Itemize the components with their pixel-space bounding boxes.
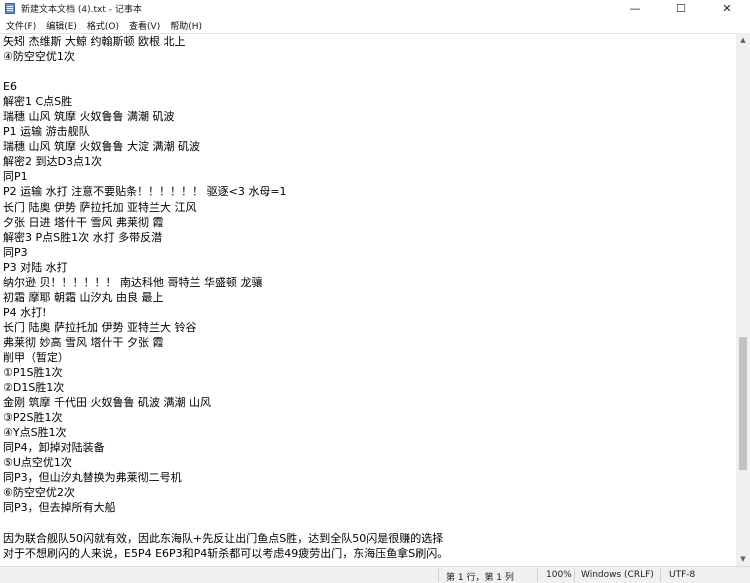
text-line: 同P3，但山汐丸替换为弗莱彻二号机 (3, 471, 182, 485)
text-line: 夕张 日进 塔什干 雪风 弗莱彻 霞 (3, 215, 164, 229)
window-controls: — ☐ ✕ (612, 0, 750, 17)
window-title: 新建文本文档 (4).txt - 记事本 (21, 5, 142, 15)
status-divider (660, 569, 661, 582)
menu-view[interactable]: 查看(V) (124, 19, 165, 32)
text-line: E6 (3, 80, 17, 94)
editor-text: 矢矧 杰维斯 大鲸 约翰斯顿 欧根 北上 ④防空空优1次 E6 解密1 C点S胜 瑞穗 … (3, 34, 448, 561)
text-line: P4 水打! (3, 305, 47, 319)
text-line: 长门 陆奥 伊势 萨拉托加 亚特兰大 江风 (3, 200, 197, 214)
text-line: 同P4，卸掉对陆装备 (3, 441, 105, 455)
text-line: 解密2 到达D3点1次 (3, 155, 102, 169)
scroll-up-icon[interactable]: ▲ (736, 33, 750, 47)
scrollbar-thumb[interactable] (739, 337, 747, 471)
status-bar: 第 1 行，第 1 列 100% Windows (CRLF) UTF-8 (0, 566, 750, 583)
menu-bar: 文件(F) 编辑(E) 格式(O) 查看(V) 帮助(H) (0, 17, 750, 33)
encoding: UTF-8 (669, 570, 696, 580)
minimize-button[interactable]: — (612, 0, 658, 17)
status-divider (537, 569, 538, 582)
line-ending: Windows (CRLF) (581, 570, 654, 580)
text-line: P2 运输 水打 注意不要贴条！！！！！！ 驱逐<3 水母=1 (3, 185, 287, 199)
notepad-icon (5, 3, 15, 14)
text-line: 同P1 (3, 170, 28, 184)
text-line: 金刚 筑摩 千代田 火奴鲁鲁 矶波 满潮 山风 (3, 396, 211, 410)
text-line: 纳尔逊 贝！！！！！！ 南达科他 哥特兰 华盛顿 龙骧 (3, 275, 263, 289)
text-line: 长门 陆奥 萨拉托加 伊势 亚特兰大 铃谷 (3, 320, 197, 334)
text-line: 因为联合舰队50闪就有效，因此东海队+先反让出门鱼点S胜，达到全队50闪是很赚的… (3, 531, 444, 545)
text-line: ④防空空优1次 (3, 50, 75, 64)
maximize-button[interactable]: ☐ (658, 0, 704, 17)
text-line (3, 516, 448, 531)
text-line: ⑥防空空优2次 (3, 486, 75, 500)
text-editor[interactable]: 矢矧 杰维斯 大鲸 约翰斯顿 欧根 北上 ④防空空优1次 E6 解密1 C点S胜 瑞穗 … (0, 33, 736, 566)
text-line: P1 运输 游击舰队 (3, 125, 90, 139)
menu-format[interactable]: 格式(O) (82, 19, 124, 32)
cursor-position: 第 1 行，第 1 列 (446, 573, 514, 583)
text-line: 矢矧 杰维斯 大鲸 约翰斯顿 欧根 北上 (3, 35, 186, 48)
text-line: 弗莱彻 妙高 雪风 塔什干 夕张 霞 (3, 335, 164, 349)
text-line: 同P3，但去掉所有大船 (3, 501, 116, 515)
text-line: ④Y点S胜1次 (3, 426, 67, 440)
text-line: ⑤U点空优1次 (3, 456, 72, 470)
text-line: 对于不想刷闪的人来说，E5P4 E6P3和P4斩杀都可以考虑49疲劳出门，东海压… (3, 546, 449, 560)
text-line: 初霜 摩耶 朝霜 山汐丸 由良 最上 (3, 290, 164, 304)
text-line: 同P3 (3, 245, 28, 259)
text-line: 解密3 P点S胜1次 水打 多带反潜 (3, 230, 163, 244)
text-line: ②D1S胜1次 (3, 381, 65, 395)
text-line: 解密1 C点S胜 (3, 95, 73, 109)
menu-edit[interactable]: 编辑(E) (41, 19, 82, 32)
close-button[interactable]: ✕ (704, 0, 750, 17)
text-line: ③P2S胜1次 (3, 411, 63, 425)
menu-help[interactable]: 帮助(H) (165, 19, 207, 32)
status-divider (574, 569, 575, 582)
text-line: ①P1S胜1次 (3, 366, 63, 380)
text-line: 削甲（暂定） (3, 350, 69, 364)
status-divider (438, 569, 439, 582)
vertical-scrollbar[interactable]: ▲ ▼ (736, 33, 750, 566)
text-line (3, 64, 448, 79)
text-line: 瑞穗 山风 筑摩 火奴鲁鲁 满潮 矶波 (3, 110, 175, 124)
text-line: P3 对陆 水打 (3, 260, 68, 274)
zoom-level: 100% (546, 570, 572, 580)
menu-file[interactable]: 文件(F) (0, 19, 41, 32)
scroll-down-icon[interactable]: ▼ (736, 552, 750, 566)
text-line: 瑞穗 山风 筑摩 火奴鲁鲁 大淀 满潮 矶波 (3, 140, 200, 154)
title-bar: 新建文本文档 (4).txt - 记事本 — ☐ ✕ (0, 0, 750, 17)
